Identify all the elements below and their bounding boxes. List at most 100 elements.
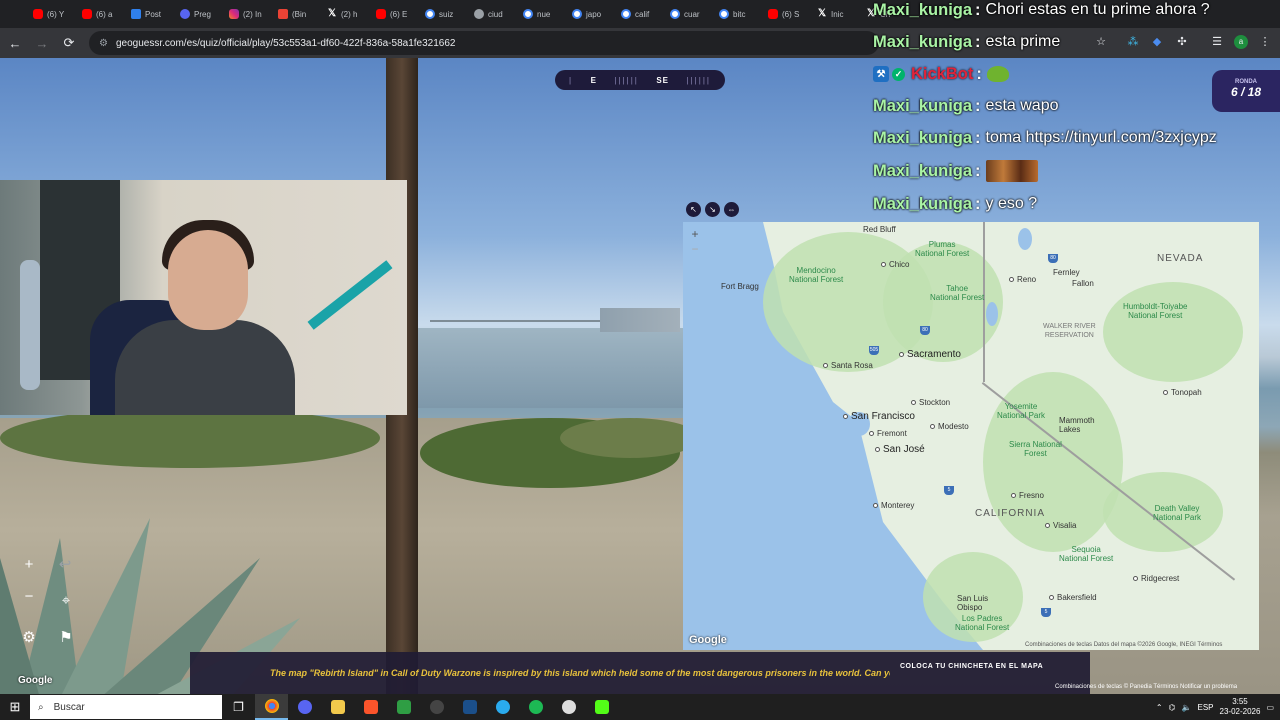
- moderator-badge-icon: ⚒: [873, 66, 889, 82]
- search-placeholder: Buscar: [53, 701, 85, 713]
- browser-tab[interactable]: cuar: [665, 2, 714, 26]
- tab-label: suiz: [439, 9, 454, 19]
- browser-tab[interactable]: (6) Y: [28, 2, 77, 26]
- flag-checkpoint-icon[interactable]: ⚑: [53, 624, 79, 650]
- browser-tab[interactable]: (6) S: [763, 2, 812, 26]
- url-text: geoguessr.com/es/quiz/official/play/53c5…: [115, 37, 456, 49]
- map-attribution[interactable]: Combinaciones de teclas Datos del mapa ©…: [1025, 642, 1222, 648]
- chat-username[interactable]: KickBot: [911, 65, 973, 84]
- chat-username[interactable]: Maxi_kuniga: [873, 195, 972, 214]
- taskbar-search-box[interactable]: ⌕ Buscar: [30, 695, 222, 719]
- browser-tab[interactable]: calif: [616, 2, 665, 26]
- discord-icon: [180, 9, 190, 19]
- steam-taskbar-icon[interactable]: [453, 694, 486, 720]
- browser-tab[interactable]: 𝕏 (2) h: [322, 2, 371, 26]
- highway-shield-icon: 505: [869, 346, 879, 355]
- return-to-start-button[interactable]: ⌖: [53, 587, 79, 613]
- windows-start-icon[interactable]: ⊞: [0, 694, 30, 720]
- map-label-san-jose: San José: [875, 444, 925, 455]
- tab-label: (6) E: [390, 9, 408, 19]
- map-label-bakersfield: Bakersfield: [1049, 593, 1097, 602]
- map-label-walker-river: WALKER RIVER RESERVATION: [1043, 323, 1096, 339]
- x-icon: 𝕏: [817, 8, 827, 19]
- kick-taskbar-icon[interactable]: [585, 694, 618, 720]
- browser-tab[interactable]: 𝕏 Inic: [812, 2, 861, 26]
- chat-username[interactable]: Maxi_kuniga: [873, 162, 972, 181]
- guess-map[interactable]: Red Bluff Chico Plumas National Forest Me…: [683, 222, 1259, 650]
- app-taskbar-icon[interactable]: [552, 694, 585, 720]
- browser-tab[interactable]: Preg: [175, 2, 224, 26]
- chat-text: Chori estas en tu prime ahora ?: [985, 1, 1210, 18]
- browser-tab[interactable]: nue: [518, 2, 567, 26]
- map-label-modesto: Modesto: [930, 422, 969, 431]
- browser-tab[interactable]: (2) In: [224, 2, 273, 26]
- network-icon[interactable]: ⌬: [1169, 703, 1176, 712]
- screen: (6) Y (6) a Post Preg (2) In (Bin 𝕏 (2) h (6) E s…: [0, 0, 1280, 720]
- store-taskbar-icon[interactable]: [387, 694, 420, 720]
- browser-tab[interactable]: (Bin: [273, 2, 322, 26]
- task-view-icon[interactable]: ❐: [222, 694, 255, 720]
- frog-emote: [986, 66, 1009, 82]
- footer-links[interactable]: Combinaciones de teclas © Panedia Términ…: [1055, 684, 1237, 690]
- google-icon: [425, 9, 435, 19]
- undo-move-button[interactable]: ↩: [52, 551, 78, 577]
- zoom-in-button[interactable]: +: [16, 551, 42, 577]
- map-pin-icon[interactable]: ⇔: [724, 202, 739, 217]
- language-indicator[interactable]: ESP: [1198, 703, 1214, 712]
- address-bar[interactable]: ⚙ geoguessr.com/es/quiz/official/play/53…: [89, 31, 879, 55]
- zoom-out-button[interactable]: −: [16, 583, 42, 609]
- browser-tab[interactable]: bitc: [714, 2, 763, 26]
- reload-icon[interactable]: ⟳: [57, 31, 81, 55]
- discord-taskbar-icon[interactable]: [288, 694, 321, 720]
- notifications-icon[interactable]: ▭: [1266, 703, 1274, 712]
- map-zoom-out-icon[interactable]: −: [688, 242, 702, 256]
- map-label-san-francisco: San Francisco: [843, 411, 915, 422]
- chat-username[interactable]: Maxi_kuniga: [873, 33, 972, 52]
- map-label-red-bluff: Red Bluff: [863, 225, 896, 234]
- site-info-icon[interactable]: ⚙: [99, 38, 108, 49]
- compass-east: E: [590, 75, 597, 85]
- map-label-sacramento: Sacramento: [899, 349, 961, 360]
- show-hidden-icons-icon[interactable]: ⌃: [1156, 703, 1163, 712]
- chat-separator: :: [975, 0, 981, 19]
- highway-shield-icon: 80: [920, 326, 930, 335]
- telegram-taskbar-icon[interactable]: [486, 694, 519, 720]
- obs-taskbar-icon[interactable]: [420, 694, 453, 720]
- browser-tab[interactable]: ciud: [469, 2, 518, 26]
- map-shrink-icon[interactable]: ↘: [705, 202, 720, 217]
- map-label-fallon: Fallon: [1072, 279, 1094, 288]
- clock-time: 3:55: [1232, 697, 1248, 706]
- browser-tab[interactable]: (6) a: [77, 2, 126, 26]
- chrome-taskbar-icon[interactable]: [255, 694, 288, 720]
- map-expand-icon[interactable]: ↖: [686, 202, 701, 217]
- map-label-ridgecrest: Ridgecrest: [1133, 574, 1179, 583]
- volume-icon[interactable]: 🔈: [1182, 703, 1192, 712]
- browser-tab[interactable]: japo: [567, 2, 616, 26]
- chat-message: Maxi_kuniga:: [873, 157, 1038, 185]
- google-icon: [670, 9, 680, 19]
- chat-username[interactable]: Maxi_kuniga: [873, 97, 972, 116]
- street-view-google-logo: Google: [18, 675, 53, 686]
- chat-username[interactable]: Maxi_kuniga: [873, 129, 972, 148]
- browser-tab[interactable]: (6) E: [371, 2, 420, 26]
- spotify-taskbar-icon[interactable]: [519, 694, 552, 720]
- chat-username[interactable]: Maxi_kuniga: [873, 1, 972, 20]
- chat-message: Maxi_kuniga: esta prime: [873, 28, 1060, 56]
- chat-message: Maxi_kuniga: y eso ?: [873, 190, 1037, 218]
- map-label-san-luis-obispo: San Luis Obispo: [957, 594, 989, 612]
- settings-gear-icon[interactable]: ⚙: [16, 624, 42, 650]
- tab-label: (Bin: [292, 9, 307, 19]
- back-icon[interactable]: ←: [3, 31, 27, 55]
- browser-tab[interactable]: Post: [126, 2, 175, 26]
- place-pin-button[interactable]: COLOCA TU CHINCHETA EN EL MAPA: [900, 663, 1043, 670]
- tab-label: (6) a: [96, 9, 113, 19]
- browser-tab[interactable]: suiz: [420, 2, 469, 26]
- chat-text: esta wapo: [985, 97, 1059, 114]
- file-explorer-icon[interactable]: [321, 694, 354, 720]
- x-icon: 𝕏: [327, 8, 337, 19]
- brave-taskbar-icon[interactable]: [354, 694, 387, 720]
- clock[interactable]: 3:55 23-02-2026: [1220, 697, 1261, 717]
- map-label-fresno: Fresno: [1011, 491, 1044, 500]
- forward-icon[interactable]: →: [30, 31, 54, 55]
- map-zoom-in-icon[interactable]: +: [688, 227, 702, 241]
